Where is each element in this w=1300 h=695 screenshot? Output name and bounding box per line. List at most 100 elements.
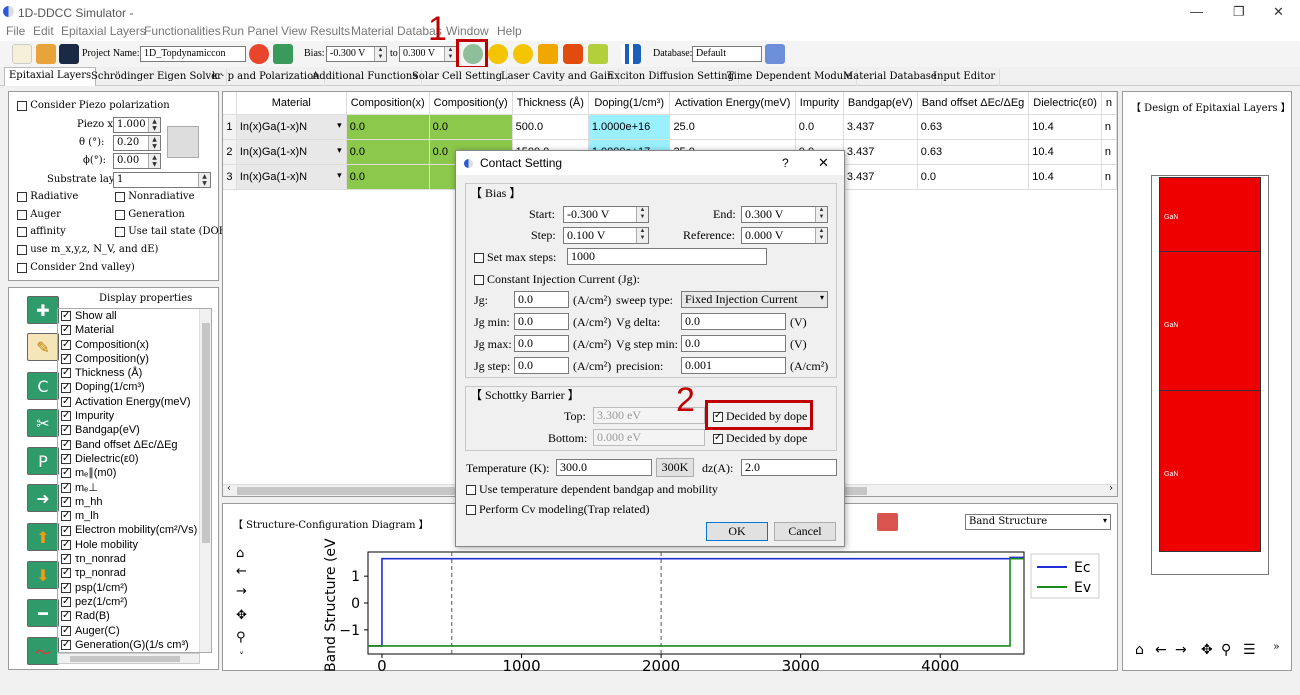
table-cell[interactable]: 3.437 — [843, 164, 918, 190]
table-cell[interactable]: n — [1101, 164, 1118, 190]
auger-row[interactable]: Auger — [17, 209, 61, 220]
piezo-checkbox-row[interactable]: Consider Piezo polarization — [17, 100, 170, 111]
table-cell[interactable]: In(x)Ga(1-x)N — [236, 139, 347, 165]
table-cell[interactable]: 0.63 — [917, 139, 1030, 165]
temperature-input[interactable]: 300.0 — [556, 459, 652, 476]
start-spin[interactable]: ▲ ▼ — [636, 207, 648, 222]
display-item[interactable]: Doping(1/cm³) — [58, 380, 211, 395]
clipboard-icon[interactable] — [167, 126, 199, 158]
display-item-checkbox[interactable] — [61, 323, 71, 337]
display-item[interactable]: Rad(B) — [58, 609, 211, 623]
display-item-checkbox[interactable] — [61, 566, 71, 580]
temp-dependent-checkbox[interactable] — [466, 485, 476, 496]
max-steps-checkbox[interactable] — [474, 253, 484, 264]
layer-block-3[interactable]: GaN — [1159, 390, 1261, 552]
database-icon[interactable] — [765, 44, 785, 64]
cancel-button[interactable]: Cancel — [774, 522, 836, 541]
tab-exciton-diffusion[interactable]: Exciton Diffusion Setting — [603, 69, 739, 86]
results-chart-icon[interactable] — [621, 44, 641, 64]
add-layer-button[interactable]: ✚ — [27, 296, 59, 324]
use-m-checkbox[interactable] — [17, 244, 27, 255]
table-cell[interactable]: 0.0 — [346, 164, 430, 190]
table-cell[interactable]: 10.4 — [1028, 114, 1102, 140]
run-next-icon[interactable] — [513, 44, 533, 64]
display-scroll-thumb[interactable] — [202, 323, 210, 543]
clean-icon[interactable] — [588, 44, 608, 64]
display-item[interactable]: Show all — [58, 309, 211, 323]
display-item[interactable]: Material — [58, 323, 211, 337]
generation-row[interactable]: Generation — [115, 209, 185, 220]
substrate-input[interactable]: 1 ▲ ▼ — [113, 172, 211, 188]
piezo-checkbox[interactable] — [17, 100, 27, 111]
tail-state-checkbox[interactable] — [115, 226, 125, 237]
table-cell[interactable]: In(x)Ga(1-x)N — [236, 164, 347, 190]
max-steps-input[interactable]: 1000 — [567, 248, 767, 265]
display-item[interactable]: Electron mobility(cm²/Vs) — [58, 523, 211, 538]
design-back-icon[interactable]: ← — [1155, 642, 1167, 658]
design-forward-icon[interactable]: → — [1175, 642, 1187, 658]
step-spin[interactable]: ▲ ▼ — [636, 228, 648, 243]
layer-block-2[interactable]: GaN — [1159, 251, 1261, 391]
display-item[interactable]: Composition(y) — [58, 352, 211, 366]
piezo-x-input[interactable]: 1.000 ▲ ▼ — [113, 117, 161, 133]
tab-input-editor[interactable]: Input Editor — [929, 69, 1001, 86]
step-input[interactable]: 0.100 V ▲ ▼ — [563, 227, 649, 244]
table-cell[interactable]: 3.437 — [843, 139, 918, 165]
save-icon[interactable] — [59, 44, 79, 64]
menu-epitaxial-layers[interactable]: Epitaxial Layers — [61, 24, 146, 38]
plot-layer-button[interactable]: 〜 — [27, 637, 59, 665]
bias-start-input[interactable]: -0.300 V ▲ ▼ — [326, 46, 387, 62]
end-input[interactable]: 0.300 V ▲ ▼ — [741, 206, 828, 223]
affinity-row[interactable]: affinity — [17, 226, 66, 237]
auger-checkbox[interactable] — [17, 209, 27, 220]
tail-state-row[interactable]: Use tail state (DOE) — [115, 226, 230, 237]
database-input[interactable]: Default — [692, 46, 762, 62]
table-header-cell[interactable]: Impurity — [795, 92, 844, 115]
table-cell[interactable]: 0.0 — [917, 164, 1030, 190]
tab-additional-functions[interactable]: Additional Functions — [308, 69, 423, 86]
bottom-decided-row[interactable]: Decided by dope — [713, 431, 807, 446]
nonradiative-row[interactable]: Nonradiative — [115, 191, 195, 202]
const-inj-checkbox[interactable] — [474, 275, 484, 286]
radiative-row[interactable]: Radiative — [17, 191, 78, 202]
theta-input[interactable]: 0.20 ▲ ▼ — [113, 135, 161, 151]
table-cell[interactable]: 1.0000e+16 — [588, 114, 671, 140]
display-item[interactable]: mₑ⊥ — [58, 481, 211, 495]
table-cell[interactable]: 0.0 — [429, 114, 513, 140]
display-item[interactable]: Thickness (Å) — [58, 366, 211, 380]
300k-button[interactable]: 300K — [656, 458, 694, 477]
dz-input[interactable]: 2.0 — [741, 459, 837, 476]
tab-time-dependent[interactable]: Time Dependent Module — [723, 69, 858, 86]
table-cell[interactable]: 10.4 — [1028, 139, 1102, 165]
menu-edit[interactable]: Edit — [33, 24, 54, 38]
vgstep-input[interactable]: 0.0 — [681, 335, 786, 352]
display-item-checkbox[interactable] — [61, 552, 71, 566]
table-cell[interactable]: 500.0 — [512, 114, 589, 140]
temp-dependent-row[interactable]: Use temperature dependent bandgap and mo… — [466, 482, 718, 497]
tab-schrodinger[interactable]: Schrödinger Eigen Solver — [87, 69, 227, 86]
bottom-decided-checkbox[interactable] — [713, 432, 723, 445]
display-item-checkbox[interactable] — [61, 409, 71, 423]
display-item-checkbox[interactable] — [61, 395, 71, 409]
display-item[interactable]: Composition(x) — [58, 338, 211, 352]
display-item-checkbox[interactable] — [61, 338, 71, 352]
display-item[interactable]: Bandgap(eV) — [58, 423, 211, 437]
maximize-icon[interactable]: ❐ — [1233, 4, 1245, 20]
phi-spin[interactable]: ▲ ▼ — [148, 154, 160, 168]
affinity-checkbox[interactable] — [17, 226, 27, 237]
menu-run-panel[interactable]: Run Panel — [222, 24, 278, 38]
display-item-checkbox[interactable] — [61, 438, 71, 452]
menu-help[interactable]: Help — [497, 24, 522, 38]
display-item-checkbox[interactable] — [61, 538, 71, 552]
display-item-checkbox[interactable] — [61, 466, 71, 480]
table-header-cell[interactable]: Dielectric(ε0) — [1028, 92, 1102, 115]
second-valley-checkbox[interactable] — [17, 262, 27, 273]
display-item[interactable]: m_lh — [58, 509, 211, 523]
max-steps-row[interactable]: Set max steps: — [474, 250, 556, 265]
ok-button[interactable]: OK — [706, 522, 768, 541]
table-cell[interactable]: n — [1101, 114, 1118, 140]
display-item-checkbox[interactable] — [61, 624, 71, 638]
table-header-cell[interactable]: Composition(x) — [346, 92, 430, 115]
layer-block-1[interactable]: GaN — [1159, 177, 1261, 252]
display-item-checkbox[interactable] — [61, 423, 71, 437]
